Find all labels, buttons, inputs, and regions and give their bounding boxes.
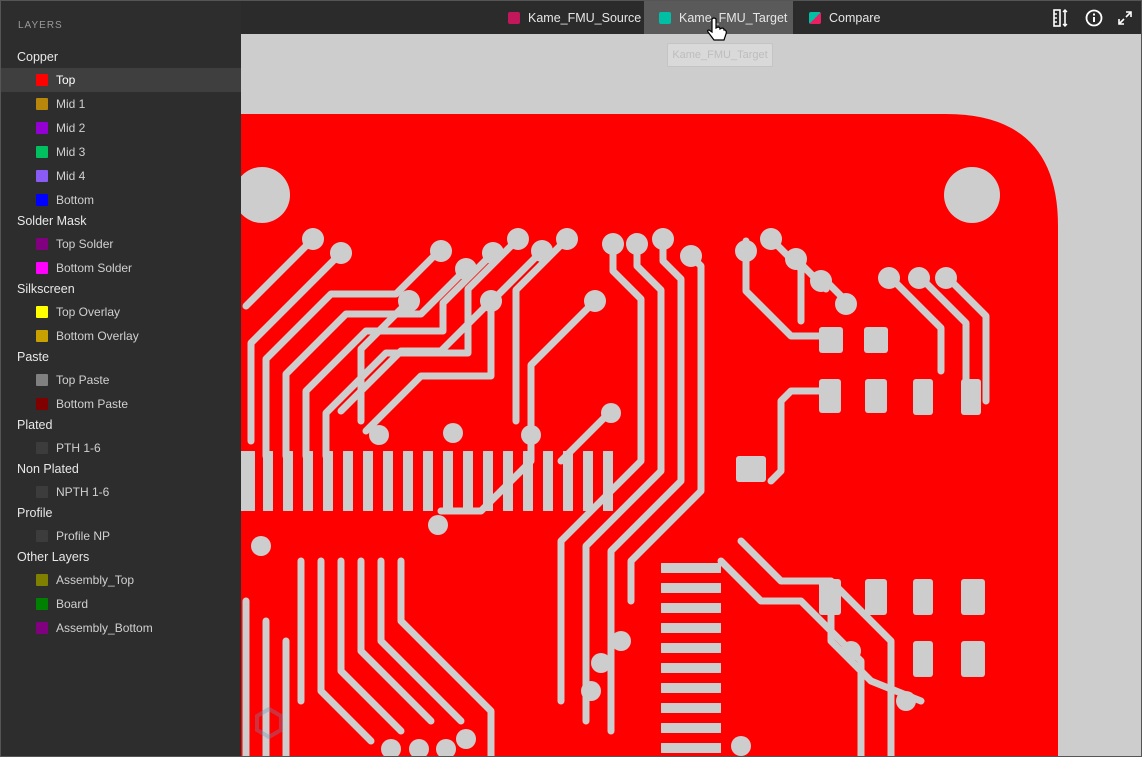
fullscreen-button[interactable]: [1115, 8, 1135, 28]
layer-color-swatch[interactable]: [36, 122, 48, 134]
tab-kame-fmu-source[interactable]: Kame_FMU_Source: [493, 1, 643, 34]
layer-color-swatch[interactable]: [36, 622, 48, 634]
layer-color-swatch[interactable]: [36, 194, 48, 206]
layer-group-heading: Non Plated: [17, 462, 79, 476]
layer-label: Bottom Paste: [56, 397, 129, 411]
tab-tooltip: Kame_FMU_Target: [667, 43, 773, 67]
layer-label: Bottom: [56, 193, 95, 207]
layer-color-swatch[interactable]: [36, 330, 48, 342]
layer-item-mid-1[interactable]: Mid 1: [1, 92, 241, 116]
layer-group-heading: Silkscreen: [17, 282, 75, 296]
layer-color-swatch[interactable]: [36, 486, 48, 498]
layer-label: Top: [56, 73, 76, 87]
layer-color-swatch[interactable]: [36, 574, 48, 586]
layer-item-bottom[interactable]: Bottom: [1, 188, 241, 212]
tab-color-swatch: [659, 12, 671, 24]
layer-label: Top Solder: [56, 237, 114, 251]
layer-item-bottom-solder[interactable]: Bottom Solder: [1, 256, 241, 280]
layer-color-swatch[interactable]: [36, 398, 48, 410]
layers-title: LAYERS: [18, 20, 63, 31]
layer-item-top[interactable]: Top: [1, 68, 241, 92]
layer-group-heading: Solder Mask: [17, 214, 87, 228]
layer-label: PTH 1-6: [56, 441, 101, 455]
layer-color-swatch[interactable]: [36, 98, 48, 110]
layer-color-swatch[interactable]: [36, 530, 48, 542]
layer-item-profile-np[interactable]: Profile NP: [1, 524, 241, 548]
layer-item-mid-2[interactable]: Mid 2: [1, 116, 241, 140]
layer-group-heading: Plated: [17, 418, 53, 432]
tab-label: Compare: [829, 11, 881, 25]
tab-compare[interactable]: Compare: [794, 1, 904, 34]
layer-item-board[interactable]: Board: [1, 592, 241, 616]
layer-label: Bottom Overlay: [56, 329, 139, 343]
layer-item-assembly-bottom[interactable]: Assembly_Bottom: [1, 616, 241, 640]
layer-group-heading: Paste: [17, 350, 49, 364]
tab-label: Kame_FMU_Target: [679, 11, 788, 25]
layer-color-swatch[interactable]: [36, 170, 48, 182]
layer-item-npth-1-6[interactable]: NPTH 1-6: [1, 480, 241, 504]
layer-color-swatch[interactable]: [36, 374, 48, 386]
layer-group-heading: Copper: [17, 50, 58, 64]
layer-item-mid-4[interactable]: Mid 4: [1, 164, 241, 188]
ruler-button[interactable]: [1051, 8, 1071, 28]
tab-color-swatch: [809, 12, 821, 24]
tab-color-swatch: [508, 12, 520, 24]
layer-group-heading: Profile: [17, 506, 53, 520]
layer-color-swatch[interactable]: [36, 262, 48, 274]
layer-item-top-solder[interactable]: Top Solder: [1, 232, 241, 256]
layer-label: Assembly_Bottom: [56, 621, 153, 635]
layer-label: Top Overlay: [56, 305, 121, 319]
layer-item-mid-3[interactable]: Mid 3: [1, 140, 241, 164]
layer-color-swatch[interactable]: [36, 74, 48, 86]
info-button[interactable]: [1084, 8, 1104, 28]
layer-color-swatch[interactable]: [36, 442, 48, 454]
layer-label: Assembly_Top: [56, 573, 135, 587]
layer-label: Board: [56, 597, 89, 611]
app-window: LAYERS Copper Top Mid 1 Mid 2 Mid 3 Mid 4 Bott…: [0, 0, 1142, 757]
layer-label: Bottom Solder: [56, 261, 133, 275]
layer-color-swatch[interactable]: [36, 598, 48, 610]
layer-group-heading: Other Layers: [17, 550, 90, 564]
layer-color-swatch[interactable]: [36, 306, 48, 318]
info-icon: [1085, 9, 1103, 27]
hand-cursor-icon: [707, 17, 727, 41]
layer-item-bottom-overlay[interactable]: Bottom Overlay: [1, 324, 241, 348]
pcb-board[interactable]: [241, 34, 1141, 756]
watermark-logo: [255, 707, 283, 739]
layer-label: Profile NP: [56, 529, 111, 543]
layer-item-top-overlay[interactable]: Top Overlay: [1, 300, 241, 324]
layer-item-top-paste[interactable]: Top Paste: [1, 368, 241, 392]
fullscreen-icon: [1118, 11, 1132, 25]
layer-item-assembly-top[interactable]: Assembly_Top: [1, 568, 241, 592]
layer-label: Mid 4: [56, 169, 86, 183]
copper-pour: [241, 114, 1058, 756]
ruler-icon: [1053, 9, 1068, 27]
layer-label: Mid 3: [56, 145, 86, 159]
layers-sidebar: LAYERS Copper Top Mid 1 Mid 2 Mid 3 Mid 4 Bott…: [1, 1, 241, 756]
layer-item-pth-1-6[interactable]: PTH 1-6: [1, 436, 241, 460]
layer-label: Top Paste: [56, 373, 110, 387]
tab-label: Kame_FMU_Source: [528, 11, 642, 25]
pcb-viewer-canvas[interactable]: [241, 34, 1141, 756]
layer-color-swatch[interactable]: [36, 146, 48, 158]
layer-label: NPTH 1-6: [56, 485, 110, 499]
layer-label: Mid 2: [56, 121, 86, 135]
layer-item-bottom-paste[interactable]: Bottom Paste: [1, 392, 241, 416]
mounting-hole: [944, 167, 1000, 223]
layer-color-swatch[interactable]: [36, 238, 48, 250]
top-bar: Kame_FMU_Source Kame_FMU_Target Compare: [241, 1, 1141, 34]
layer-label: Mid 1: [56, 97, 86, 111]
